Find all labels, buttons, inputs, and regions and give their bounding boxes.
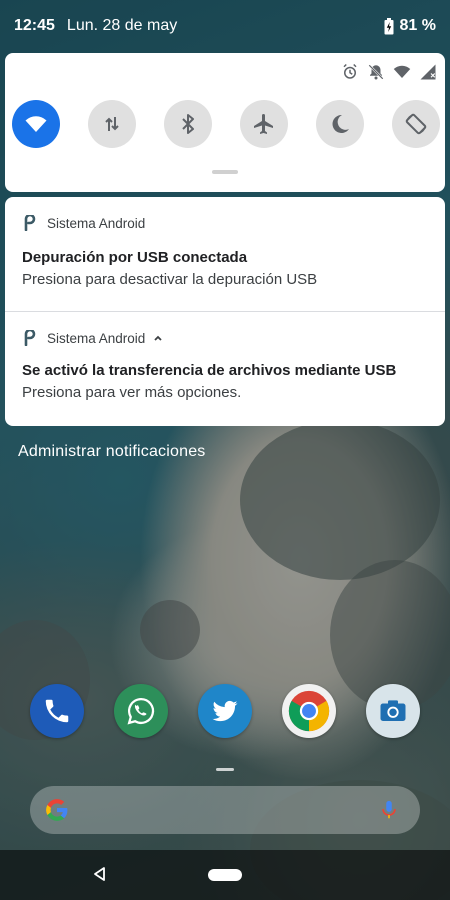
- qs-tile-do-not-disturb[interactable]: [316, 100, 364, 148]
- manage-notifications-button[interactable]: Administrar notificaciones: [18, 443, 206, 461]
- navigation-bar: [0, 850, 450, 900]
- home-button[interactable]: [208, 869, 242, 881]
- notification-title: Se activó la transferencia de archivos m…: [22, 362, 397, 379]
- qs-tile-mobile-data[interactable]: [88, 100, 136, 148]
- wifi-icon: [25, 116, 47, 132]
- notifications-off-icon: [368, 64, 384, 80]
- twitter-app[interactable]: [198, 684, 252, 738]
- camera-icon: [380, 700, 406, 721]
- notification-group: Sistema Android Depuración por USB conec…: [5, 197, 445, 426]
- notification-header: Sistema Android: [22, 330, 164, 346]
- notification-usb-debugging[interactable]: Sistema Android Depuración por USB conec…: [5, 197, 445, 311]
- android-system-icon: [24, 330, 36, 346]
- back-icon[interactable]: [92, 866, 108, 882]
- whatsapp-icon: [127, 697, 155, 725]
- twitter-icon: [212, 700, 238, 722]
- status-right: 81 %: [384, 17, 436, 35]
- moon-icon: [332, 114, 349, 133]
- rotate-icon: [405, 113, 427, 135]
- status-time: 12:45: [14, 17, 55, 34]
- chrome-icon: [288, 690, 330, 732]
- notification-text: Presiona para ver más opciones.: [22, 384, 242, 401]
- notification-header: Sistema Android: [22, 215, 145, 231]
- app-drawer-handle[interactable]: [216, 768, 234, 771]
- battery-charging-icon: [384, 17, 394, 34]
- notification-text: Presiona para desactivar la depuración U…: [22, 271, 318, 288]
- qs-tile-airplane[interactable]: [240, 100, 288, 148]
- bluetooth-icon: [182, 114, 194, 134]
- phone-app[interactable]: [30, 684, 84, 738]
- wifi-status-icon: [393, 65, 411, 78]
- notification-app-name: Sistema Android: [47, 330, 146, 346]
- battery-percent: 81 %: [399, 17, 436, 34]
- microphone-icon[interactable]: [378, 799, 400, 821]
- qs-status-icons: [341, 63, 437, 81]
- qs-tiles: [12, 100, 442, 150]
- alarm-icon: [343, 63, 357, 79]
- status-date: Lun. 28 de may: [66, 17, 178, 34]
- data-transfer-icon: [105, 117, 119, 131]
- notification-usb-file-transfer[interactable]: Sistema Android Se activó la transferenc…: [5, 312, 445, 426]
- notification-app-name: Sistema Android: [47, 215, 146, 231]
- quick-settings-panel: [5, 53, 445, 192]
- qs-expand-handle[interactable]: [212, 170, 238, 174]
- whatsapp-app[interactable]: [114, 684, 168, 738]
- google-logo-icon: [46, 799, 68, 821]
- qs-tile-bluetooth[interactable]: [164, 100, 212, 148]
- qs-tile-auto-rotate[interactable]: [392, 100, 440, 148]
- android-system-icon: [24, 215, 36, 231]
- phone-icon: [45, 699, 69, 723]
- camera-app[interactable]: [366, 684, 420, 738]
- notification-title: Depuración por USB conectada: [22, 249, 248, 266]
- qs-tile-wifi[interactable]: [12, 100, 60, 148]
- chevron-up-icon[interactable]: [152, 332, 164, 344]
- signal-icon: [420, 64, 436, 80]
- airplane-icon: [254, 114, 273, 134]
- google-search-bar[interactable]: [30, 786, 420, 834]
- chrome-app[interactable]: [282, 684, 336, 738]
- status-bar: 12:45 Lun. 28 de may 81 %: [0, 0, 450, 52]
